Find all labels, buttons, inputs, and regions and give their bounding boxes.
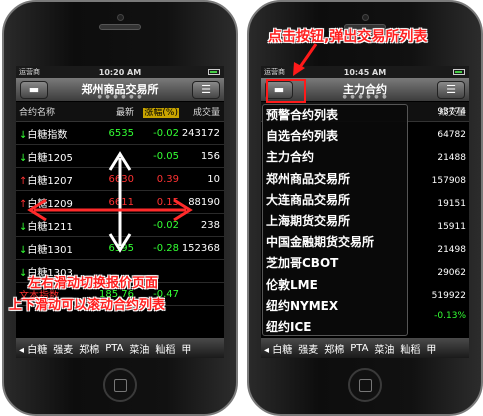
tab-item[interactable]: 菜油 — [374, 341, 394, 356]
volume: 519922 — [431, 291, 466, 301]
tab-item[interactable]: PTA — [350, 343, 368, 354]
exchange-menu: 预警合约列表 自选合约列表 主力合约 郑州商品交易所 大连商品交易所 上海期货交… — [262, 104, 408, 336]
callout-swipe-horizontal: 左右滑动切换报价页面 — [28, 276, 159, 291]
camera — [117, 14, 124, 21]
swipe-arrows-overlay — [27, 151, 193, 253]
battery-icon — [453, 69, 465, 75]
volume: 93774 — [437, 107, 466, 117]
volume: 64782 — [437, 130, 466, 140]
menu-item[interactable]: 郑州商品交易所 — [263, 169, 407, 190]
right-phone: 运营商 10:45 AM ▬ 主力合约 ☰ ● ● ● ● ● ● 成交量 93… — [247, 0, 483, 416]
menu-item[interactable]: 上海期货交易所 — [263, 211, 407, 232]
tab-item[interactable]: 甲 — [426, 341, 436, 356]
menu-item[interactable]: 芝加哥CBOT — [263, 253, 407, 274]
volume: 21498 — [437, 245, 466, 255]
menu-item[interactable]: 纽约ICE — [263, 317, 407, 335]
volume: 15911 — [437, 222, 466, 232]
volume: 19151 — [437, 199, 466, 209]
menu-item[interactable]: 自选合约列表 — [263, 126, 407, 147]
speaker — [99, 24, 141, 30]
home-button[interactable] — [103, 368, 137, 402]
tab-item[interactable]: 郑棉 — [324, 341, 344, 356]
menu-item[interactable]: 主力合约 — [263, 147, 407, 168]
pointer-arrow-icon — [293, 43, 318, 76]
change-pct: -0.13% — [434, 311, 466, 321]
menu-item[interactable]: 伦敦LME — [263, 275, 407, 296]
volume: 29062 — [437, 268, 466, 278]
horizontal-arrow-icon — [27, 198, 193, 222]
camera — [362, 14, 369, 21]
button-highlight-box — [266, 79, 306, 103]
left-screen: 运营商 10:20 AM ▬ 郑州商品交易所 ☰ ● ● ● ● ● ● 合约名… — [16, 66, 224, 358]
home-button[interactable] — [348, 368, 382, 402]
product-tabs: ◂ 白糖 强麦 郑棉 PTA 菜油 籼稻 甲 — [261, 338, 469, 358]
tab-prev[interactable]: ◂ 白糖 — [264, 341, 292, 356]
right-screen: 运营商 10:45 AM ▬ 主力合约 ☰ ● ● ● ● ● ● 成交量 93… — [261, 66, 469, 358]
menu-item[interactable]: 大连商品交易所 — [263, 190, 407, 211]
callout-swipe-vertical: 上下滑动可以滚动合约列表 — [9, 298, 166, 313]
volume: 21488 — [437, 153, 466, 163]
menu-item[interactable]: 预警合约列表 — [263, 105, 407, 126]
menu-item[interactable]: 纽约NYMEX — [263, 296, 407, 317]
tab-item[interactable]: 强麦 — [298, 341, 318, 356]
tab-item[interactable]: 籼稻 — [400, 341, 420, 356]
vertical-arrow-icon — [108, 151, 132, 253]
volume: 157908 — [431, 176, 466, 186]
left-phone: 运营商 10:20 AM ▬ 郑州商品交易所 ☰ ● ● ● ● ● ● 合约名… — [2, 0, 238, 416]
menu-item[interactable]: 中国金融期货交易所 — [263, 232, 407, 253]
